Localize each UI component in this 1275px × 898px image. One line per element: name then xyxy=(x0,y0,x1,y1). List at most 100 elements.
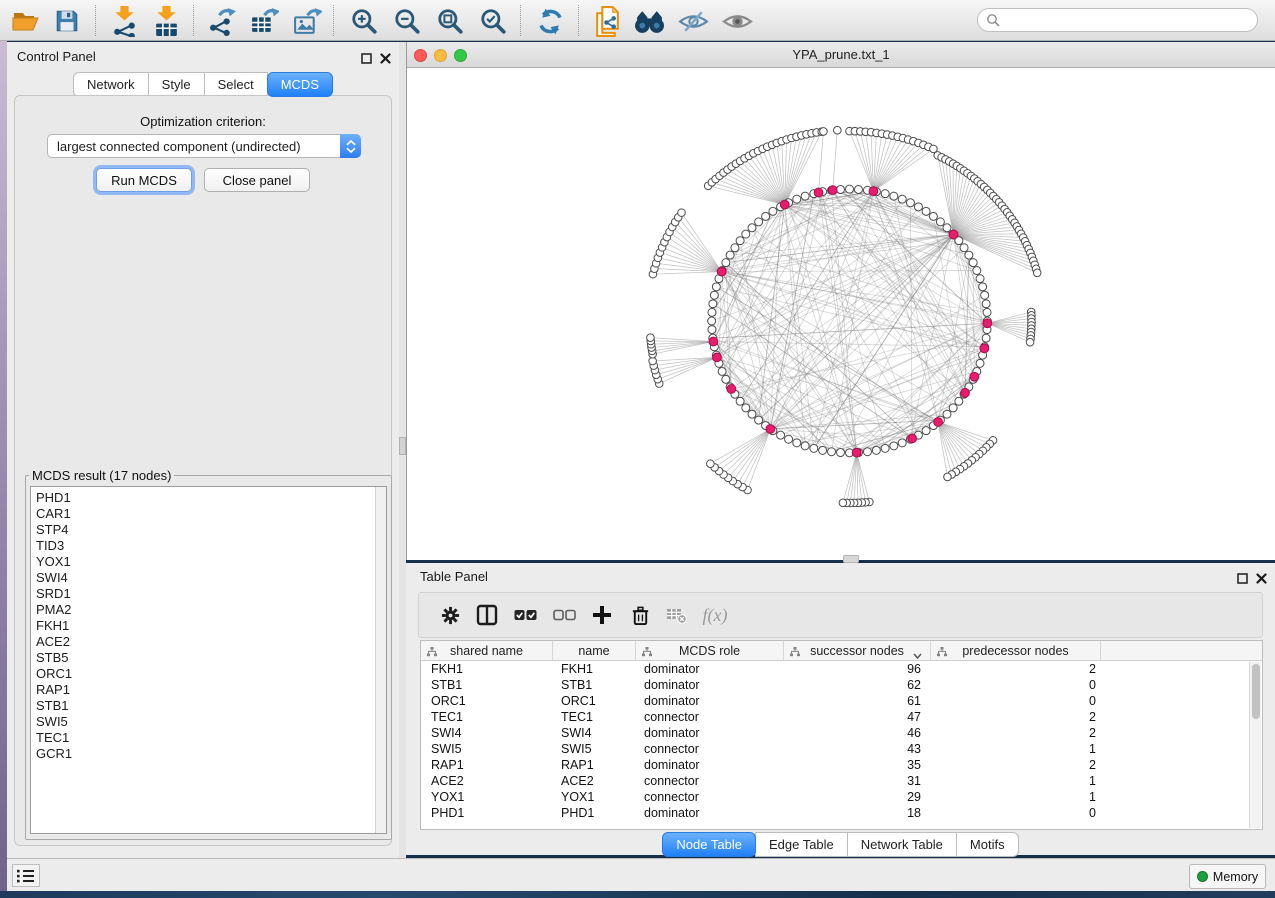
mcds-result-item[interactable]: RAP1 xyxy=(36,682,386,698)
column-header-shared-name[interactable]: shared name xyxy=(421,641,553,661)
toolbar-separator xyxy=(193,5,194,36)
table-settings-gear-icon[interactable] xyxy=(432,593,468,637)
mcds-result-item[interactable]: PHD1 xyxy=(36,490,386,506)
table-row[interactable]: FKH1FKH1dominator962 xyxy=(421,661,1262,677)
show-columns-icon[interactable] xyxy=(469,593,505,637)
table-cell: 2 xyxy=(931,726,1101,740)
zoom-fit-icon[interactable] xyxy=(433,4,467,38)
mcds-result-item[interactable]: CAR1 xyxy=(36,506,386,522)
table-cell: TEC1 xyxy=(553,710,636,724)
network-canvas[interactable] xyxy=(407,68,1275,560)
zoom-out-icon[interactable] xyxy=(390,4,424,38)
mcds-result-item[interactable]: PMA2 xyxy=(36,602,386,618)
optimization-criterion-select[interactable]: largest connected component (undirected) xyxy=(47,134,361,158)
mcds-result-item[interactable]: TEC1 xyxy=(36,730,386,746)
show-panels-button[interactable] xyxy=(12,864,40,887)
mcds-result-item[interactable]: GCR1 xyxy=(36,746,386,762)
column-header-MCDS-role[interactable]: MCDS role xyxy=(636,641,784,661)
mcds-result-list: PHD1CAR1STP4TID3YOX1SWI4SRD1PMA2FKH1ACE2… xyxy=(30,486,387,834)
mcds-result-scrollbar[interactable] xyxy=(375,487,386,833)
select-all-checkboxes-icon[interactable] xyxy=(507,593,543,637)
tab-mcds[interactable]: MCDS xyxy=(267,72,333,97)
table-scrollbar[interactable] xyxy=(1249,662,1261,828)
horizontal-splitter-handle[interactable] xyxy=(843,555,859,563)
mcds-result-item[interactable]: TID3 xyxy=(36,538,386,554)
table-row[interactable]: TEC1TEC1connector472 xyxy=(421,709,1262,725)
memory-button[interactable]: Memory xyxy=(1189,864,1266,889)
zoom-selected-icon[interactable] xyxy=(476,4,510,38)
tab-network[interactable]: Network xyxy=(73,72,149,97)
refresh-layout-icon[interactable] xyxy=(533,4,567,38)
column-header-predecessor-nodes[interactable]: predecessor nodes xyxy=(931,641,1101,661)
open-session-icon[interactable] xyxy=(9,4,43,38)
mcds-result-item[interactable]: STP4 xyxy=(36,522,386,538)
table-row[interactable]: RAP1RAP1dominator352 xyxy=(421,757,1262,773)
table-cell: 0 xyxy=(931,806,1101,820)
table-cell: dominator xyxy=(636,694,784,708)
clone-network-icon[interactable] xyxy=(590,4,624,38)
mcds-result-item[interactable]: STB5 xyxy=(36,650,386,666)
tab-network-table[interactable]: Network Table xyxy=(847,832,957,857)
table-cell: SWI4 xyxy=(421,726,553,740)
search-binoculars-icon[interactable] xyxy=(632,4,666,38)
table-row[interactable]: ACE2ACE2connector311 xyxy=(421,773,1262,789)
close-panel-button[interactable]: Close panel xyxy=(204,168,310,192)
close-panel-icon[interactable] xyxy=(378,51,392,65)
close-table-panel-icon[interactable] xyxy=(1254,571,1268,585)
tab-edge-table[interactable]: Edge Table xyxy=(755,832,848,857)
optimization-criterion-value: largest connected component (undirected) xyxy=(48,139,340,154)
table-row[interactable]: STB1STB1dominator620 xyxy=(421,677,1262,693)
tab-style[interactable]: Style xyxy=(148,72,205,97)
mcds-result-item[interactable]: ORC1 xyxy=(36,666,386,682)
tab-select[interactable]: Select xyxy=(204,72,268,97)
table-row[interactable]: SWI5SWI5connector431 xyxy=(421,741,1262,757)
table-row[interactable]: SWI4SWI4dominator462 xyxy=(421,725,1262,741)
deselect-all-checkboxes-icon[interactable] xyxy=(546,593,582,637)
table-cell: 47 xyxy=(784,710,931,724)
search-input[interactable] xyxy=(977,8,1258,32)
table-cell: RAP1 xyxy=(421,758,553,772)
mcds-result-item[interactable]: STB1 xyxy=(36,698,386,714)
mcds-result-item[interactable]: YOX1 xyxy=(36,554,386,570)
network-graph[interactable] xyxy=(407,68,1275,560)
table-cell: connector xyxy=(636,774,784,788)
save-session-icon[interactable] xyxy=(50,4,84,38)
table-cell: YOX1 xyxy=(421,790,553,804)
export-image-icon[interactable] xyxy=(290,4,324,38)
zoom-in-icon[interactable] xyxy=(347,4,381,38)
import-table-icon[interactable] xyxy=(149,4,183,38)
column-header-successor-nodes[interactable]: successor nodes xyxy=(784,641,931,661)
column-header-name[interactable]: name xyxy=(553,641,636,661)
float-table-panel-icon[interactable] xyxy=(1235,571,1249,585)
tab-node-table[interactable]: Node Table xyxy=(662,832,756,857)
function-builder-icon[interactable]: f(x) xyxy=(697,593,733,637)
add-row-icon[interactable] xyxy=(584,593,620,637)
export-table-icon[interactable] xyxy=(247,4,281,38)
table-cell: 61 xyxy=(784,694,931,708)
delete-row-icon[interactable] xyxy=(622,593,658,637)
mcds-result-item[interactable]: FKH1 xyxy=(36,618,386,634)
vertical-splitter-handle[interactable] xyxy=(399,437,406,455)
mcds-result-item[interactable]: SWI4 xyxy=(36,570,386,586)
table-scrollbar-thumb[interactable] xyxy=(1252,664,1260,719)
network-window: YPA_prune.txt_1 xyxy=(406,42,1275,560)
export-network-icon[interactable] xyxy=(205,4,239,38)
import-network-icon[interactable] xyxy=(107,4,141,38)
run-mcds-button[interactable]: Run MCDS xyxy=(96,168,192,192)
hide-selected-icon[interactable] xyxy=(676,4,710,38)
mcds-result-item[interactable]: SWI5 xyxy=(36,714,386,730)
table-panel: Table Panel xyxy=(406,563,1275,855)
float-panel-icon[interactable] xyxy=(359,51,373,65)
show-all-icon[interactable] xyxy=(720,4,754,38)
table-cell: 2 xyxy=(931,758,1101,772)
table-cell: 0 xyxy=(931,694,1101,708)
delete-table-icon[interactable] xyxy=(658,593,694,637)
table-cell: dominator xyxy=(636,806,784,820)
table-row[interactable]: ORC1ORC1dominator610 xyxy=(421,693,1262,709)
mcds-result-item[interactable]: ACE2 xyxy=(36,634,386,650)
table-row[interactable]: YOX1YOX1connector291 xyxy=(421,789,1262,805)
table-cell: 43 xyxy=(784,742,931,756)
tab-motifs[interactable]: Motifs xyxy=(956,832,1019,857)
table-row[interactable]: PHD1PHD1dominator180 xyxy=(421,805,1262,821)
mcds-result-item[interactable]: SRD1 xyxy=(36,586,386,602)
